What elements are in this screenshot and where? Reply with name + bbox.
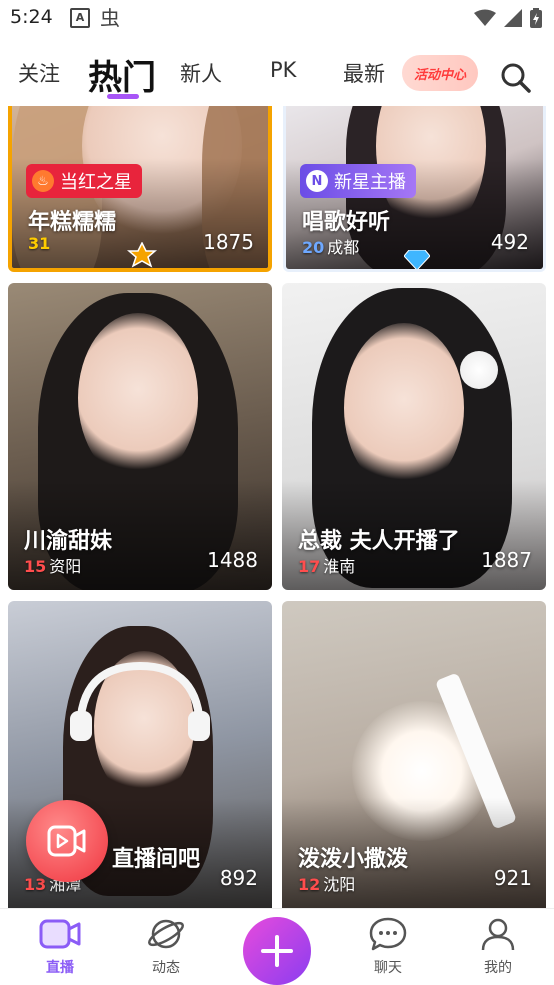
new-star-badge: N 新星主播 — [300, 164, 416, 198]
streamer-info: 12 沈阳 — [298, 871, 355, 895]
streamer-info: 31 — [28, 234, 53, 253]
badge-label: 当红之星 — [60, 172, 132, 193]
nav-me-label: 我的 — [484, 960, 512, 976]
search-icon[interactable] — [498, 60, 532, 94]
planet-icon — [148, 919, 184, 949]
stream-title: 年糕糯糯 — [28, 210, 117, 235]
tab-pk[interactable]: PK — [270, 58, 296, 82]
bottom-nav-bar: 直播 动态 聊天 我的 — [0, 908, 554, 985]
n-icon: N — [306, 170, 328, 192]
nav-moments-label: 动态 — [152, 960, 180, 976]
viewer-count: 1887 — [481, 548, 532, 572]
level-number: 15 — [24, 557, 47, 576]
stream-title: 泼泼小撒泼 — [298, 847, 409, 872]
wifi-icon — [474, 9, 496, 26]
flower-hairpin — [460, 351, 498, 389]
stream-card[interactable]: 泼泼小撒泼 12 沈阳 921 — [282, 601, 546, 908]
status-bar: 5:24 A 虫 — [0, 0, 554, 38]
location: 成都 — [327, 238, 360, 257]
create-button[interactable] — [243, 917, 311, 985]
flame-icon: ♨ — [32, 170, 54, 192]
nav-moments[interactable]: 动态 — [126, 917, 206, 977]
stream-title: 总裁 夫人开播了 — [298, 529, 460, 554]
viewer-count: 921 — [493, 866, 532, 890]
battery-icon — [530, 8, 542, 28]
active-tab-indicator — [107, 94, 139, 99]
location: 沈阳 — [323, 875, 356, 894]
signal-icon — [504, 9, 522, 27]
level-number: 13 — [24, 875, 47, 894]
diamond-icon — [404, 250, 430, 269]
badge-label: 新星主播 — [334, 172, 406, 193]
tab-following[interactable]: 关注 — [18, 58, 60, 88]
hot-star-badge: ♨ 当红之星 — [26, 164, 142, 198]
nav-chat-label: 聊天 — [374, 960, 402, 976]
nav-me[interactable]: 我的 — [458, 917, 538, 977]
nav-chat[interactable]: 聊天 — [348, 917, 428, 977]
location: 资阳 — [49, 557, 82, 576]
stream-card[interactable]: ♨ 当红之星 年糕糯糯 31 1875 — [8, 106, 272, 272]
viewer-count: 1488 — [207, 548, 258, 572]
streamer-info: 20 成都 — [302, 234, 359, 258]
status-time: 5:24 — [10, 6, 53, 28]
viewer-count: 892 — [219, 866, 258, 890]
location: 淮南 — [323, 557, 356, 576]
person-icon — [481, 918, 515, 951]
live-video-icon — [39, 919, 81, 949]
streamer-info: 17 淮南 — [298, 553, 355, 577]
nav-live[interactable]: 直播 — [20, 917, 100, 977]
activity-center-button[interactable]: 活动中心 — [402, 55, 478, 91]
chat-bubble-icon — [369, 917, 407, 951]
rank-medal-icon — [126, 242, 158, 268]
video-camera-icon — [47, 825, 86, 857]
headphones-icon — [70, 661, 210, 741]
stream-card[interactable]: 总裁 夫人开播了 17 淮南 1887 — [282, 283, 546, 590]
stream-title: 唱歌好听 — [302, 210, 391, 235]
tab-hot[interactable]: 热门 — [88, 50, 156, 99]
stream-title: 直播间吧 — [112, 847, 201, 872]
stream-title: 川渝甜妹 — [24, 529, 113, 554]
nav-live-label: 直播 — [46, 960, 74, 976]
bug-icon: 虫 — [100, 6, 120, 30]
stream-card[interactable]: N 新星主播 唱歌好听 20 成都 492 — [283, 106, 546, 272]
a-icon: A — [70, 8, 90, 28]
viewer-count: 1875 — [203, 230, 254, 254]
viewer-count: 492 — [490, 230, 529, 254]
tab-latest[interactable]: 最新 — [343, 58, 385, 88]
stream-card[interactable]: 川渝甜妹 15 资阳 1488 — [8, 283, 272, 590]
level-number: 12 — [298, 875, 321, 894]
activity-center-label: 活动中心 — [413, 67, 466, 83]
streamer-info: 15 资阳 — [24, 553, 81, 577]
plus-icon — [261, 935, 293, 967]
level-number: 31 — [28, 234, 51, 253]
start-live-button[interactable] — [26, 800, 108, 882]
level-number: 20 — [302, 238, 325, 257]
level-number: 17 — [298, 557, 321, 576]
tab-new-people[interactable]: 新人 — [180, 58, 222, 88]
top-tab-bar: 关注 热门 新人 PK 最新 活动中心 — [0, 38, 554, 108]
